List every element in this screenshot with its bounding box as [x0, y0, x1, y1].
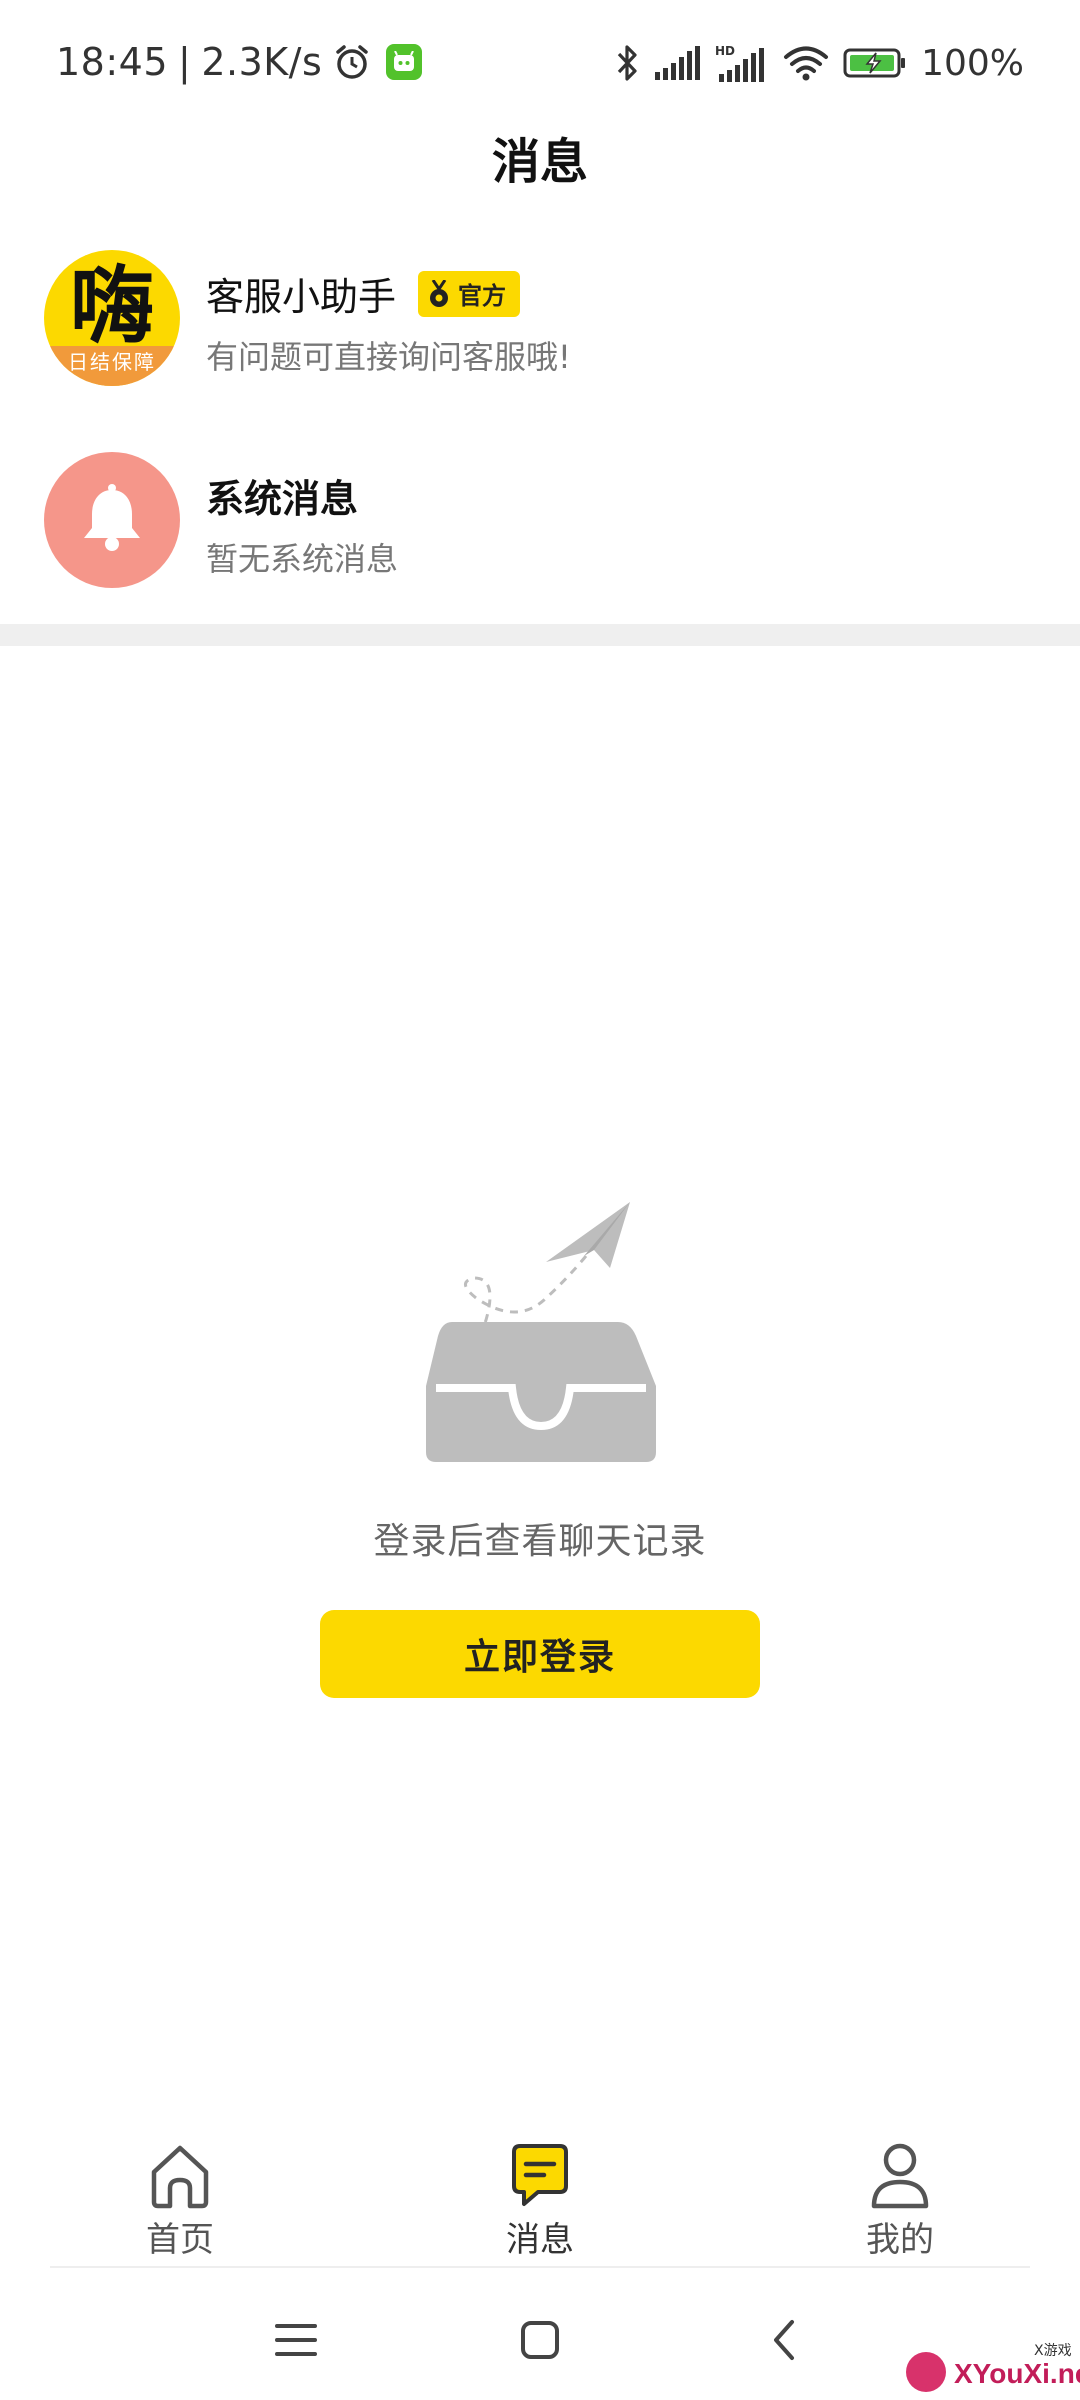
status-left: 18:45 | 2.3K/s	[56, 36, 423, 88]
official-badge-label: 官方	[458, 282, 507, 310]
conversation-customer-service[interactable]: 嗨 日结保障 客服小助手 官方 有问题可直接询问客服哦!	[0, 228, 1080, 408]
watermark-logo-icon	[906, 2352, 946, 2392]
wifi-icon	[784, 46, 829, 81]
nav-label-messages: 消息	[506, 2220, 574, 2260]
nav-item-messages[interactable]: 消息	[440, 2130, 640, 2270]
profile-icon	[871, 2143, 929, 2209]
nav-label-mine: 我的	[866, 2220, 934, 2260]
empty-state-message: 登录后查看聊天记录	[373, 1521, 707, 1562]
bluetooth-icon	[617, 45, 637, 81]
bottom-nav: 首页 消息 我的	[0, 2130, 1080, 2270]
hd-signal-icon: HD	[715, 44, 765, 82]
message-icon	[512, 2144, 568, 2206]
recent-apps-button[interactable]	[266, 2310, 326, 2370]
avatar	[44, 452, 180, 588]
chevron-left-icon	[774, 2320, 794, 2360]
conversation-preview: 有问题可直接询问客服哦!	[206, 338, 571, 376]
nav-divider	[50, 2266, 1030, 2268]
watermark: XYouXi.net X游戏	[900, 2340, 1080, 2400]
official-badge: 官方	[418, 270, 521, 317]
battery-charging-icon	[843, 48, 906, 78]
paper-plane-inbox-icon	[426, 1202, 656, 1462]
avatar-glyph: 嗨	[69, 257, 154, 355]
section-divider	[0, 624, 1080, 646]
square-icon	[521, 2321, 559, 2359]
signal-icon	[655, 46, 701, 80]
home-button[interactable]	[510, 2310, 570, 2370]
app-notification-icon	[386, 44, 423, 80]
watermark-text: XYouXi.net	[954, 2358, 1080, 2389]
conversation-system-messages[interactable]: 系统消息 暂无系统消息	[0, 430, 1080, 610]
medal-icon	[430, 279, 449, 307]
conversation-name-text: 系统消息	[206, 477, 359, 521]
conversation-name: 系统消息	[206, 468, 358, 523]
svg-text:HD: HD	[715, 44, 735, 58]
status-bar: 18:45 | 2.3K/s HD 100%	[0, 0, 1080, 120]
status-separator: |	[178, 40, 192, 84]
page-title: 消息	[491, 134, 588, 190]
avatar: 嗨 日结保障	[44, 250, 180, 386]
conversation-name: 客服小助手 官方	[206, 266, 521, 321]
home-icon	[151, 2145, 209, 2209]
status-net-speed: 2.3K/s	[201, 40, 323, 84]
back-button[interactable]	[754, 2310, 814, 2370]
nav-item-mine[interactable]: 我的	[800, 2130, 1000, 2270]
watermark-small-text: X游戏	[1034, 2343, 1072, 2359]
conversation-preview: 暂无系统消息	[206, 540, 399, 578]
login-button[interactable]: 立即登录	[320, 1610, 760, 1698]
alarm-icon	[336, 45, 369, 79]
bell-icon	[84, 484, 140, 551]
battery-percent: 100%	[921, 42, 1024, 84]
nav-label-home: 首页	[146, 2220, 214, 2260]
nav-item-home[interactable]: 首页	[80, 2130, 280, 2270]
menu-icon	[275, 2324, 317, 2356]
avatar-ribbon: 日结保障	[44, 346, 180, 386]
conversation-name-text: 客服小助手	[206, 275, 397, 319]
status-time: 18:45	[56, 40, 169, 84]
status-right: HD 100%	[615, 38, 1024, 88]
